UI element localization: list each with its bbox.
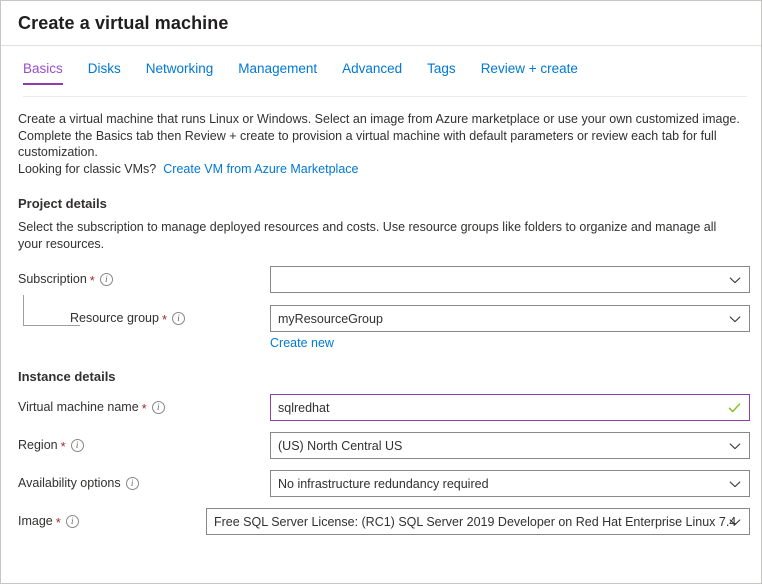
vm-name-field-wrap: sqlredhat <box>270 394 750 421</box>
tab-advanced[interactable]: Advanced <box>342 60 402 85</box>
availability-options-field-wrap: No infrastructure redundancy required <box>270 470 750 497</box>
region-dropdown[interactable]: (US) North Central US <box>270 432 750 459</box>
vm-name-label: Virtual machine name * i <box>18 394 270 415</box>
blade-content: Create a virtual machine that runs Linux… <box>1 111 761 535</box>
subscription-label-text: Subscription <box>18 272 87 286</box>
chevron-down-icon <box>729 440 741 452</box>
subscription-dropdown[interactable] <box>270 266 750 293</box>
intro-text: Create a virtual machine that runs Linux… <box>18 111 740 177</box>
page-title: Create a virtual machine <box>18 12 229 33</box>
vm-name-required-asterisk: * <box>141 400 147 416</box>
tab-disks[interactable]: Disks <box>88 60 121 85</box>
tab-review-create-label: Review + create <box>480 61 578 76</box>
region-value: (US) North Central US <box>278 438 403 453</box>
chevron-down-icon <box>729 313 741 325</box>
resource-group-value: myResourceGroup <box>278 311 383 326</box>
availability-options-label: Availability options i <box>18 470 270 491</box>
subscription-required-asterisk: * <box>89 272 95 288</box>
region-field-wrap: (US) North Central US <box>270 432 750 459</box>
chevron-down-icon <box>729 274 741 286</box>
region-label: Region * i <box>18 432 270 453</box>
availability-options-value: No infrastructure redundancy required <box>278 476 489 491</box>
vm-name-value: sqlredhat <box>278 400 330 415</box>
vm-name-info-icon[interactable]: i <box>151 400 165 414</box>
subscription-label: Subscription * i <box>18 266 270 287</box>
tab-advanced-label: Advanced <box>342 61 403 76</box>
blade-header: Create a virtual machine <box>1 1 761 46</box>
resource-group-field-wrap: myResourceGroup Create new <box>270 305 750 350</box>
resource-group-label: Resource group * i <box>18 305 270 326</box>
availability-options-dropdown[interactable]: No infrastructure redundancy required <box>270 470 750 497</box>
image-dropdown[interactable]: Free SQL Server License: (RC1) SQL Serve… <box>206 508 750 535</box>
project-details-description: Select the subscription to manage deploy… <box>18 220 717 251</box>
availability-options-label-text: Availability options <box>18 476 121 490</box>
tab-basics[interactable]: Basics <box>23 60 63 85</box>
tab-tags-label: Tags <box>427 61 456 76</box>
tab-networking-label: Networking <box>145 61 214 76</box>
subscription-info-icon[interactable]: i <box>99 272 113 286</box>
create-vm-marketplace-link[interactable]: Create VM from Azure Marketplace <box>163 162 358 176</box>
tab-bar: Basics Disks Networking Management Advan… <box>1 60 761 97</box>
tab-basics-label: Basics <box>23 61 63 76</box>
row-image: Image * i Free SQL Server License: (RC1)… <box>18 508 750 535</box>
check-icon <box>728 401 741 414</box>
tab-management-label: Management <box>238 61 318 76</box>
create-vm-blade: Create a virtual machine Basics Disks Ne… <box>0 0 762 584</box>
image-required-asterisk: * <box>55 514 61 530</box>
project-details-heading: Project details <box>18 196 107 211</box>
create-new-resource-group-link[interactable]: Create new <box>270 336 334 350</box>
image-label-text: Image <box>18 514 53 528</box>
instance-details-form: Virtual machine name * i sqlredhat Regio… <box>18 394 750 535</box>
resource-group-required-asterisk: * <box>161 311 168 327</box>
image-value: Free SQL Server License: (RC1) SQL Serve… <box>214 514 737 529</box>
region-required-asterisk: * <box>60 438 66 454</box>
image-info-icon[interactable]: i <box>65 514 79 528</box>
row-availability-options: Availability options i No infrastructure… <box>18 470 750 497</box>
region-info-icon[interactable]: i <box>70 438 84 452</box>
classic-vm-question: Looking for classic VMs? <box>18 161 157 176</box>
resource-group-dropdown[interactable]: myResourceGroup <box>270 305 750 332</box>
vm-name-input[interactable]: sqlredhat <box>270 394 750 421</box>
resource-group-label-text: Resource group <box>70 311 159 325</box>
chevron-down-icon <box>729 478 741 490</box>
tab-management[interactable]: Management <box>238 60 317 85</box>
tab-review-create[interactable]: Review + create <box>481 60 578 85</box>
image-field-wrap: Free SQL Server License: (RC1) SQL Serve… <box>206 508 750 535</box>
intro-line-2: Complete the Basics tab then Review + cr… <box>18 128 717 160</box>
tab-networking[interactable]: Networking <box>146 60 214 85</box>
availability-options-info-icon[interactable]: i <box>125 476 139 490</box>
subscription-field-wrap <box>270 266 750 293</box>
tab-disks-label: Disks <box>87 61 121 76</box>
project-details-form: Subscription * i Resource group * i myRe… <box>18 266 750 350</box>
tab-tags[interactable]: Tags <box>427 60 456 85</box>
vm-name-label-text: Virtual machine name <box>18 400 139 414</box>
region-label-text: Region <box>18 438 58 452</box>
row-subscription: Subscription * i <box>18 266 750 293</box>
intro-line-1: Create a virtual machine that runs Linux… <box>18 112 740 126</box>
intro-line-3: Looking for classic VMs? Create VM from A… <box>18 161 740 178</box>
resource-group-info-icon[interactable]: i <box>172 311 186 325</box>
instance-details-heading: Instance details <box>18 369 116 384</box>
row-resource-group: Resource group * i myResourceGroup Creat… <box>18 295 750 350</box>
row-vm-name: Virtual machine name * i sqlredhat <box>18 394 750 421</box>
row-region: Region * i (US) North Central US <box>18 432 750 459</box>
